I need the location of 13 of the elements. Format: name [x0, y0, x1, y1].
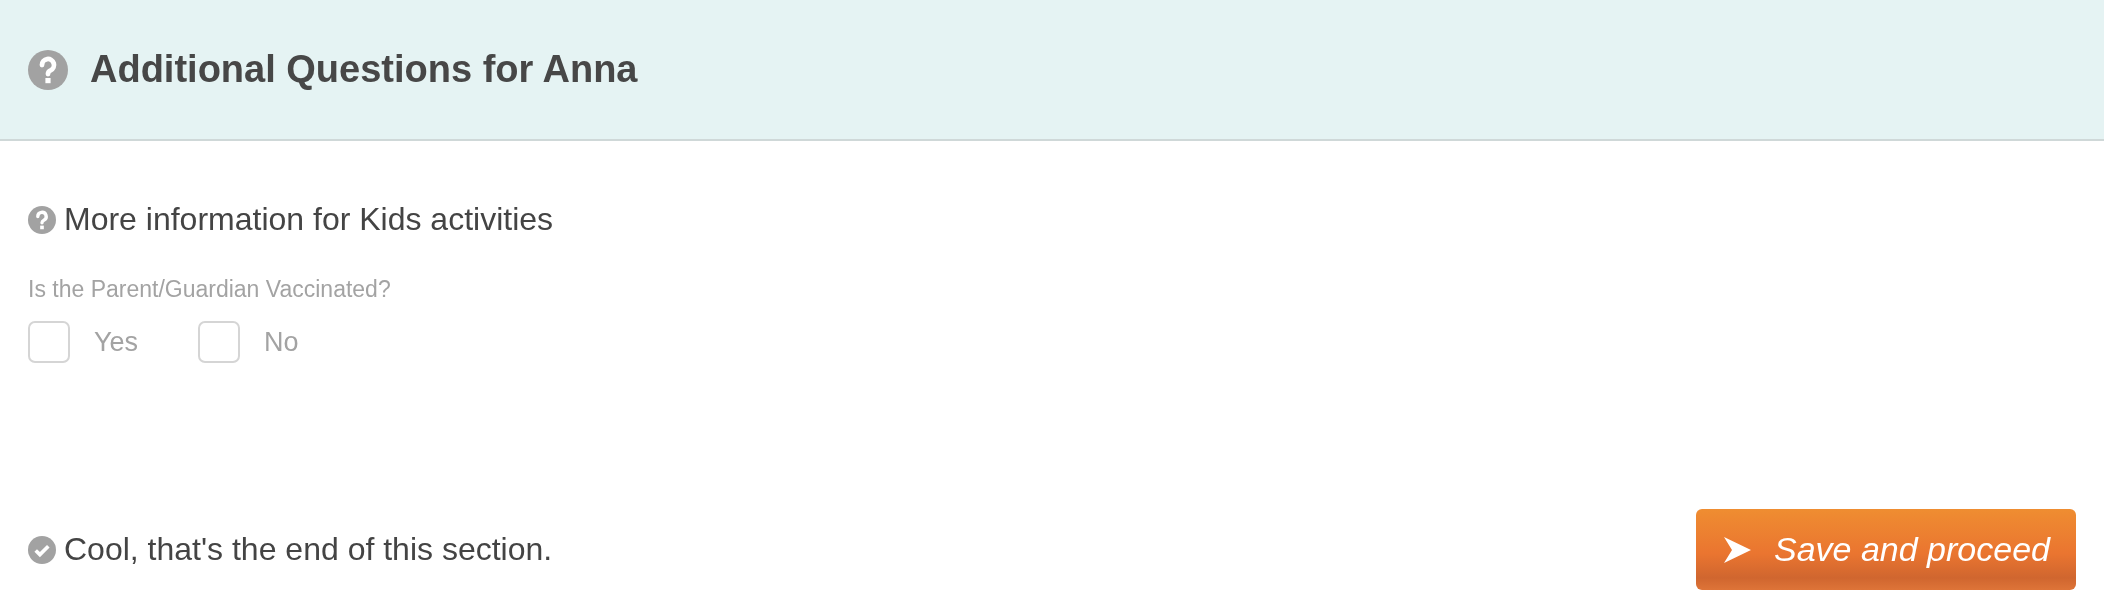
page-title: Additional Questions for Anna	[90, 48, 638, 91]
save-proceed-button[interactable]: Save and proceed	[1696, 509, 2076, 590]
checkbox[interactable]	[198, 321, 241, 363]
check-circle-icon	[28, 535, 56, 564]
arrow-icon	[1722, 534, 1752, 565]
checkbox[interactable]	[28, 321, 70, 363]
section-heading: More information for Kids activities	[64, 201, 554, 238]
help-icon	[28, 49, 68, 90]
help-icon	[28, 205, 56, 234]
question-label: Is the Parent/Guardian Vaccinated?	[28, 276, 392, 303]
end-message: Cool, that's the end of this section.	[64, 531, 553, 568]
checkbox-option[interactable]: Yes	[28, 321, 139, 363]
checkbox-option[interactable]: No	[198, 321, 299, 363]
